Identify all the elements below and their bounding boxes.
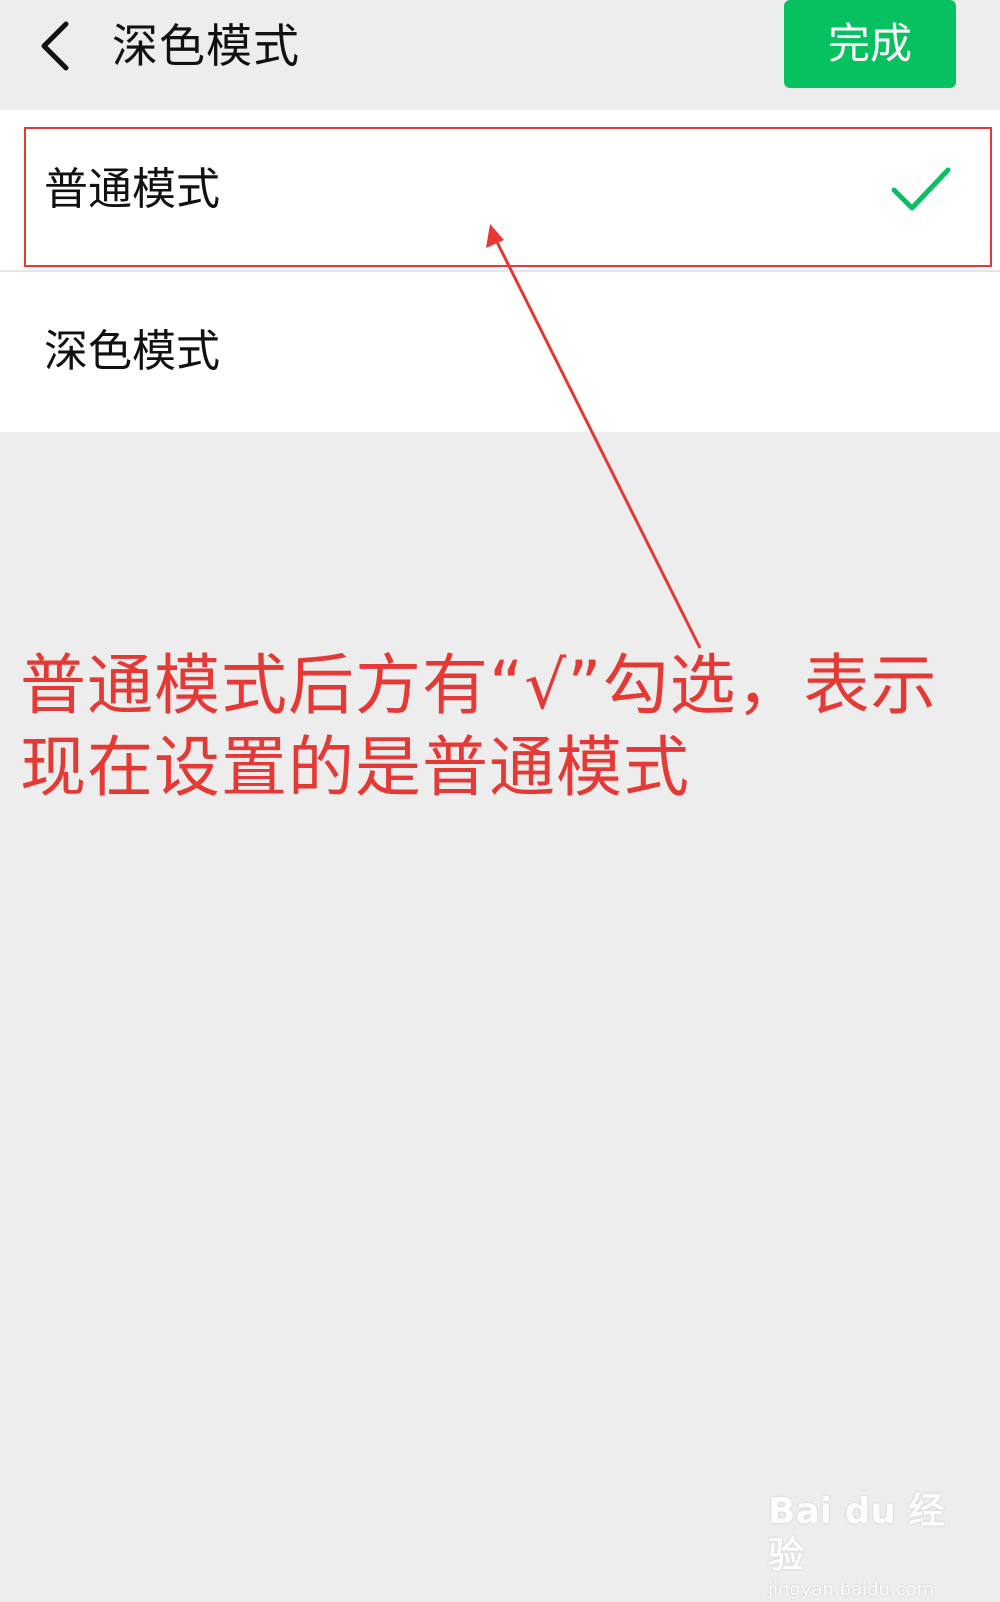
page-title: 深色模式	[112, 19, 300, 73]
option-dark-mode[interactable]: 深色模式	[0, 272, 1000, 432]
baidu-jingyan-watermark: Bai du 经验 jingyan.baidu.com	[768, 1490, 958, 1600]
checkmark-icon	[891, 167, 951, 211]
option-label: 深色模式	[44, 326, 220, 377]
annotation-text: 普通模式后方有“√”勾选，表示现在设置的是普通模式	[20, 647, 938, 806]
option-label: 普通模式	[44, 164, 220, 215]
done-button[interactable]: 完成	[784, 0, 956, 88]
watermark-url: jingyan.baidu.com	[768, 1579, 935, 1600]
chevron-left-icon[interactable]	[36, 18, 76, 74]
mode-option-list: 普通模式 深色模式	[0, 110, 1000, 432]
watermark-logo: Bai du 经验	[768, 1491, 945, 1576]
option-normal-mode[interactable]: 普通模式	[0, 110, 1000, 272]
navigation-bar: 深色模式 完成	[0, 0, 1000, 110]
